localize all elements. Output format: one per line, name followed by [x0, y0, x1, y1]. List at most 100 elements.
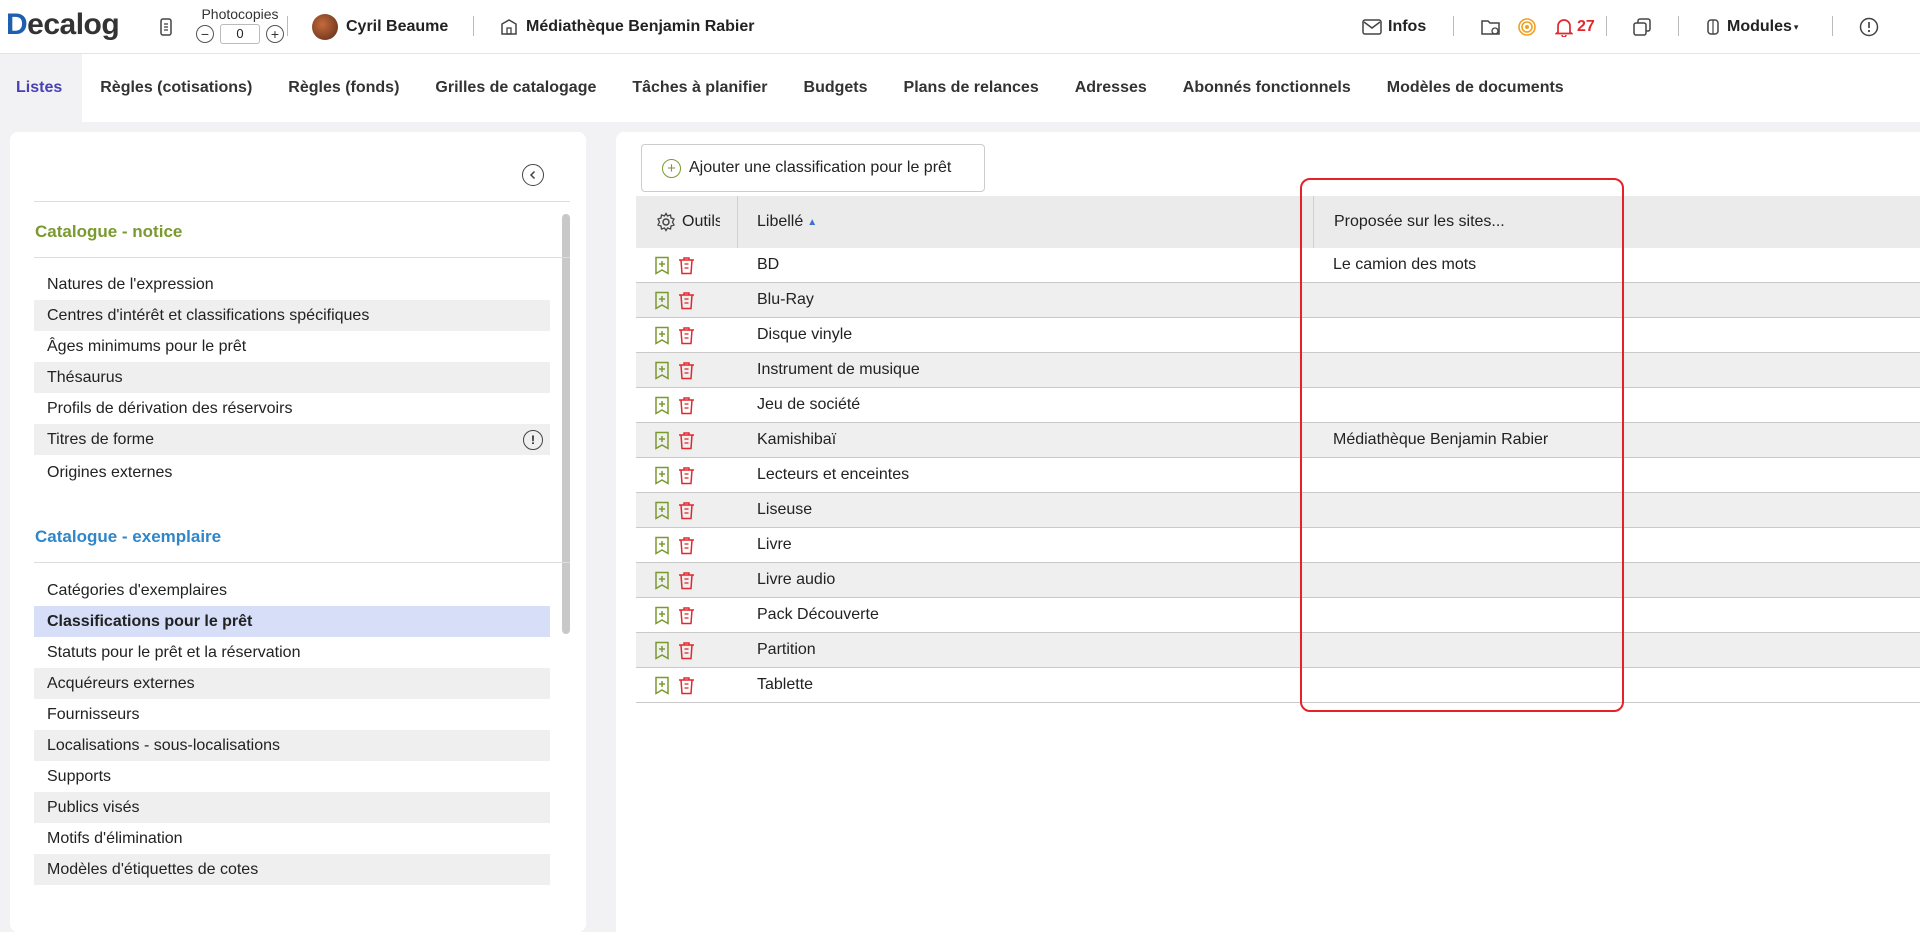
table-row[interactable]: Tablette: [636, 668, 1920, 703]
table-row[interactable]: Disque vinyle: [636, 318, 1920, 353]
decrement-button[interactable]: −: [196, 25, 214, 43]
add-classification-button[interactable]: + Ajouter une classification pour le prê…: [641, 144, 985, 192]
infos-button[interactable]: Infos: [1362, 0, 1426, 54]
sidebar-item-fournisseurs[interactable]: Fournisseurs: [34, 699, 550, 730]
row-sites: Le camion des mots: [1333, 256, 1477, 273]
trash-icon[interactable]: [678, 501, 695, 525]
add-button-label: Ajouter une classification pour le prêt: [689, 159, 952, 176]
sidebar-item-statuts-pret[interactable]: Statuts pour le prêt et la réservation: [34, 637, 550, 668]
trash-icon[interactable]: [678, 396, 695, 420]
sidebar-item-localisations[interactable]: Localisations - sous-localisations: [34, 730, 550, 761]
column-header-sites[interactable]: Proposée sur les sites...: [1313, 196, 1833, 248]
sidebar-item-motifs-elimination[interactable]: Motifs d'élimination: [34, 823, 550, 854]
windows-icon[interactable]: [1632, 0, 1652, 54]
tab-listes[interactable]: Listes: [0, 54, 83, 122]
info-icon[interactable]: !: [523, 430, 543, 450]
sidebar-item-centres-interet[interactable]: Centres d'intérêt et classifications spé…: [34, 300, 550, 331]
bookmark-add-icon[interactable]: [654, 641, 670, 665]
bookmark-add-icon[interactable]: [654, 501, 670, 525]
table-row[interactable]: Lecteurs et enceintes: [636, 458, 1920, 493]
tab-grilles-catalogage[interactable]: Grilles de catalogage: [417, 54, 614, 122]
trash-icon[interactable]: [678, 641, 695, 665]
row-label: Instrument de musique: [757, 361, 920, 378]
folder-cloud-icon[interactable]: [1480, 0, 1502, 54]
library-selector[interactable]: Médiathèque Benjamin Rabier: [500, 0, 755, 54]
notifications-button[interactable]: 27: [1555, 0, 1595, 54]
photocopies-counter: Photocopies − 0 +: [192, 6, 288, 44]
trash-icon[interactable]: [678, 361, 695, 385]
sidebar-item-classifications-pret[interactable]: Classifications pour le prêt: [34, 606, 550, 637]
sidebar-item-thesaurus[interactable]: Thésaurus: [34, 362, 550, 393]
trash-icon[interactable]: [678, 536, 695, 560]
bookmark-add-icon[interactable]: [654, 606, 670, 630]
bookmark-add-icon[interactable]: [654, 466, 670, 490]
table-row[interactable]: Instrument de musique: [636, 353, 1920, 388]
table-row[interactable]: Jeu de société: [636, 388, 1920, 423]
table-row[interactable]: Partition: [636, 633, 1920, 668]
tab-regles-fonds[interactable]: Règles (fonds): [270, 54, 417, 122]
fingerprint-icon[interactable]: [1517, 0, 1537, 54]
exemplaire-list: Catégories d'exemplaires Classifications…: [34, 575, 550, 885]
row-actions: [654, 676, 695, 700]
tab-abonnes-fonctionnels[interactable]: Abonnés fonctionnels: [1165, 54, 1369, 122]
tab-plans-relances[interactable]: Plans de relances: [886, 54, 1057, 122]
sidebar-item-publics-vises[interactable]: Publics visés: [34, 792, 550, 823]
row-label: Jeu de société: [757, 396, 861, 413]
table-row[interactable]: Pack Découverte: [636, 598, 1920, 633]
trash-icon[interactable]: [678, 466, 695, 490]
trash-icon[interactable]: [678, 606, 695, 630]
table-row[interactable]: Liseuse: [636, 493, 1920, 528]
sidebar-item-ages-minimums[interactable]: Âges minimums pour le prêt: [34, 331, 550, 362]
table-row[interactable]: Livre audio: [636, 563, 1920, 598]
sidebar-item-titres-forme[interactable]: Titres de forme !: [34, 424, 550, 455]
bookmark-add-icon[interactable]: [654, 431, 670, 455]
alert-icon[interactable]: [1859, 0, 1879, 54]
collapse-sidebar-button[interactable]: [522, 164, 544, 186]
tab-budgets[interactable]: Budgets: [786, 54, 886, 122]
trash-icon[interactable]: [678, 431, 695, 455]
table-row[interactable]: Kamishibaï Médiathèque Benjamin Rabier: [636, 423, 1920, 458]
decalog-logo[interactable]: Decalog: [6, 8, 120, 42]
trash-icon[interactable]: [678, 256, 695, 280]
increment-button[interactable]: +: [266, 25, 284, 43]
table-row[interactable]: Livre: [636, 528, 1920, 563]
sidebar-item-profils-derivation[interactable]: Profils de dérivation des réservoirs: [34, 393, 550, 424]
sidebar-item-modeles-etiquettes[interactable]: Modèles d'étiquettes de cotes: [34, 854, 550, 885]
sidebar-scrollbar[interactable]: [562, 214, 570, 634]
tab-adresses[interactable]: Adresses: [1057, 54, 1165, 122]
trash-icon[interactable]: [678, 676, 695, 700]
bookmark-add-icon[interactable]: [654, 256, 670, 280]
sidebar-item-supports[interactable]: Supports: [34, 761, 550, 792]
bookmark-add-icon[interactable]: [654, 536, 670, 560]
photocopier-icon[interactable]: [158, 0, 174, 54]
user-name: Cyril Beaume: [346, 18, 449, 35]
trash-icon[interactable]: [678, 291, 695, 315]
sidebar-item-origines-externes[interactable]: Origines externes: [34, 455, 550, 491]
bookmark-add-icon[interactable]: [654, 396, 670, 420]
row-label: Lecteurs et enceintes: [757, 466, 910, 483]
bookmark-add-icon[interactable]: [654, 326, 670, 350]
row-actions: [654, 466, 695, 490]
tab-taches-planifier[interactable]: Tâches à planifier: [614, 54, 785, 122]
user-menu[interactable]: Cyril Beaume: [312, 0, 448, 54]
bookmark-add-icon[interactable]: [654, 291, 670, 315]
row-label: Blu-Ray: [757, 291, 814, 308]
bookmark-add-icon[interactable]: [654, 571, 670, 595]
column-header-tools[interactable]: Outils: [636, 196, 738, 248]
trash-icon[interactable]: [678, 571, 695, 595]
sidebar-item-categories-exemplaires[interactable]: Catégories d'exemplaires: [34, 575, 550, 606]
column-header-libelle[interactable]: Libellé ▲: [757, 196, 817, 248]
trash-icon[interactable]: [678, 326, 695, 350]
table-row[interactable]: BD Le camion des mots: [636, 248, 1920, 283]
bookmark-add-icon[interactable]: [654, 361, 670, 385]
divider: [287, 16, 288, 36]
row-sites: Médiathèque Benjamin Rabier: [1333, 431, 1549, 448]
table-row[interactable]: Blu-Ray: [636, 283, 1920, 318]
bookmark-add-icon[interactable]: [654, 676, 670, 700]
tab-regles-cotisations[interactable]: Règles (cotisations): [82, 54, 270, 122]
sidebar-item-natures-expression[interactable]: Natures de l'expression: [34, 269, 550, 300]
modules-menu[interactable]: Modules ▾: [1705, 0, 1798, 54]
photocopies-value[interactable]: 0: [220, 24, 260, 44]
tab-modeles-documents[interactable]: Modèles de documents: [1369, 54, 1582, 122]
sidebar-item-acquereurs-externes[interactable]: Acquéreurs externes: [34, 668, 550, 699]
